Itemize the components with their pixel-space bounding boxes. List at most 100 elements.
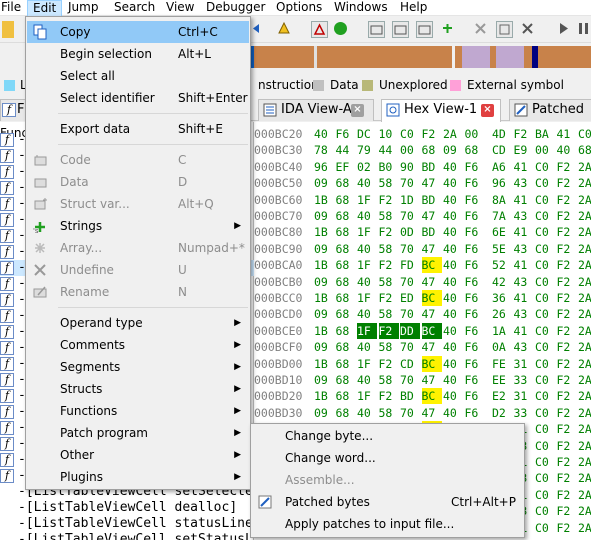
menu-help[interactable]: Help (400, 0, 427, 16)
hex-byte[interactable]: 78 (314, 142, 334, 158)
hex-byte[interactable]: 70 (400, 339, 420, 355)
close-x-toolbar-icon[interactable] (520, 21, 537, 38)
hex-byte[interactable]: 40 (557, 142, 577, 158)
hex-byte[interactable]: 40 (443, 208, 463, 224)
hex-byte[interactable]: 40 (443, 241, 463, 257)
array-toolbar-icon[interactable] (473, 21, 490, 38)
hex-byte[interactable]: C0 (535, 323, 555, 339)
hex-byte[interactable]: F2 (557, 356, 577, 372)
submenu-item-assemble[interactable]: Assemble... (252, 469, 523, 491)
hex-byte[interactable]: F2 (514, 126, 534, 142)
hex-row[interactable]: 000BD30 09 68 40 58 70 47 40 F6 D2 33 C0 F2 2A (254, 405, 591, 421)
hex-byte[interactable]: F6 (465, 224, 485, 240)
hex-byte[interactable]: 2A (443, 126, 463, 142)
hex-byte[interactable]: 2A (578, 159, 591, 175)
menu-item-rename[interactable]: Rename N (27, 281, 249, 303)
hex-byte[interactable]: 68 (336, 388, 356, 404)
hex-byte[interactable]: 41 (514, 290, 534, 306)
hex-byte[interactable]: C0 (535, 372, 555, 388)
hex-byte[interactable]: C0 (535, 224, 555, 240)
menu-item-operand-type[interactable]: Operand type ▶ (27, 312, 249, 334)
tab-functions[interactable]: f F (0, 99, 26, 121)
hex-byte[interactable]: 58 (379, 405, 399, 421)
menu-item-export-data[interactable]: Export data Shift+E (27, 118, 249, 140)
hex-byte[interactable]: 47 (422, 274, 442, 290)
menu-item-begin-selection[interactable]: Begin selection Alt+L (27, 43, 249, 65)
hex-byte[interactable]: 40 (443, 306, 463, 322)
hex-byte[interactable]: F6 (465, 241, 485, 257)
tab-ida-view-a[interactable]: IDA View-A × (258, 99, 374, 121)
hex-row[interactable]: 000BD20 1B 68 1F F2 BD BC 40 F6 E2 31 C0 F2 2A (254, 388, 591, 405)
hex-byte[interactable]: F2 (557, 306, 577, 322)
hex-byte[interactable]: F2 (557, 405, 577, 421)
hex-byte[interactable]: F6 (465, 159, 485, 175)
hex-byte[interactable]: BD (422, 159, 442, 175)
hex-byte[interactable]: C0 (535, 306, 555, 322)
hex-byte[interactable]: F2 (557, 503, 577, 519)
hex-byte[interactable]: 68 (422, 142, 442, 158)
hex-row[interactable]: 000BC80 1B 68 1F F2 0D BD 40 F6 6E 41 C0 F2 2A (254, 224, 591, 240)
hex-byte[interactable]: 47 (422, 306, 442, 322)
hex-byte[interactable]: 09 (314, 241, 334, 257)
hex-byte[interactable]: E9 (514, 142, 534, 158)
hex-byte[interactable]: F2 (557, 421, 577, 437)
hex-byte[interactable]: 6E (492, 224, 512, 240)
menu-item-patch-program[interactable]: Patch program ▶ (27, 422, 249, 444)
hex-byte[interactable]: F2 (557, 520, 577, 536)
hex-byte[interactable]: 41 (514, 323, 534, 339)
run-icon[interactable] (333, 21, 350, 38)
hex-byte[interactable]: 1B (314, 290, 334, 306)
hex-byte[interactable]: B0 (379, 159, 399, 175)
hex-byte[interactable]: 40 (443, 372, 463, 388)
hex-byte[interactable]: 58 (379, 175, 399, 191)
submenu-item-change-byte[interactable]: Change byte... (252, 425, 523, 447)
hex-byte[interactable]: 2A (578, 356, 591, 372)
list-item[interactable]: -[ListTableViewCell dealloc] (0, 500, 254, 516)
hex-byte[interactable]: F2 (557, 208, 577, 224)
hex-byte[interactable]: 96 (492, 175, 512, 191)
hex-byte[interactable]: 47 (422, 372, 442, 388)
hex-byte[interactable]: 47 (422, 405, 442, 421)
hex-byte[interactable]: C0 (535, 175, 555, 191)
flag-icon[interactable] (311, 21, 328, 38)
hex-byte[interactable]: F2 (557, 323, 577, 339)
hex-byte[interactable]: 68 (336, 290, 356, 306)
hex-row[interactable]: 000BCC0 1B 68 1F F2 ED BC 40 F6 36 41 C0 F2 2A (254, 290, 591, 306)
pause-debug-icon[interactable] (576, 21, 591, 38)
hex-byte[interactable]: 41 (514, 224, 534, 240)
menu-item-select-all[interactable]: Select all (27, 65, 249, 87)
hex-row[interactable]: 000BC50 09 68 40 58 70 47 40 F6 96 43 C0 F2 2A (254, 175, 591, 191)
hex-byte[interactable]: 5E (492, 241, 512, 257)
hex-byte[interactable]: 1B (314, 257, 334, 273)
hex-byte[interactable]: 2A (578, 454, 591, 470)
hex-byte[interactable]: F6 (465, 388, 485, 404)
hex-byte[interactable]: A6 (492, 159, 512, 175)
hex-byte[interactable]: 10 (379, 126, 399, 142)
hex-byte[interactable]: 70 (400, 208, 420, 224)
hex-byte[interactable]: 2A (578, 372, 591, 388)
hex-byte[interactable]: F6 (465, 323, 485, 339)
hex-byte[interactable]: 47 (422, 175, 442, 191)
hex-byte[interactable]: 43 (514, 306, 534, 322)
hex-byte[interactable]: F2 (557, 487, 577, 503)
hex-byte[interactable]: 2A (578, 388, 591, 404)
hex-byte[interactable]: 68 (336, 208, 356, 224)
hex-byte[interactable]: 02 (357, 159, 377, 175)
hex-byte[interactable]: 2A (578, 257, 591, 273)
hex-byte[interactable]: F2 (379, 224, 399, 240)
hex-byte[interactable]: 58 (379, 241, 399, 257)
hex-byte[interactable]: F2 (557, 339, 577, 355)
hex-byte[interactable]: 68 (336, 274, 356, 290)
hex-row[interactable]: 000BC60 1B 68 1F F2 1D BD 40 F6 8A 41 C0 F2 2A (254, 192, 591, 208)
hex-byte[interactable]: 41 (557, 126, 577, 142)
hex-row[interactable]: 000BCE0 1B 68 1F F2 DD BC 40 F6 1A 41 C0 F2 2A (254, 322, 591, 339)
hex-byte[interactable]: 1B (314, 356, 334, 372)
hex-byte[interactable]: BD (422, 192, 442, 208)
menu-options[interactable]: Options (276, 0, 322, 16)
hex-byte[interactable]: 2A (578, 438, 591, 454)
hex-byte[interactable]: 70 (400, 405, 420, 421)
hex-byte[interactable]: C0 (535, 454, 555, 470)
hex-byte[interactable]: 00 (535, 142, 555, 158)
hex-byte[interactable]: F6 (465, 405, 485, 421)
hex-byte[interactable]: FD (400, 257, 420, 273)
